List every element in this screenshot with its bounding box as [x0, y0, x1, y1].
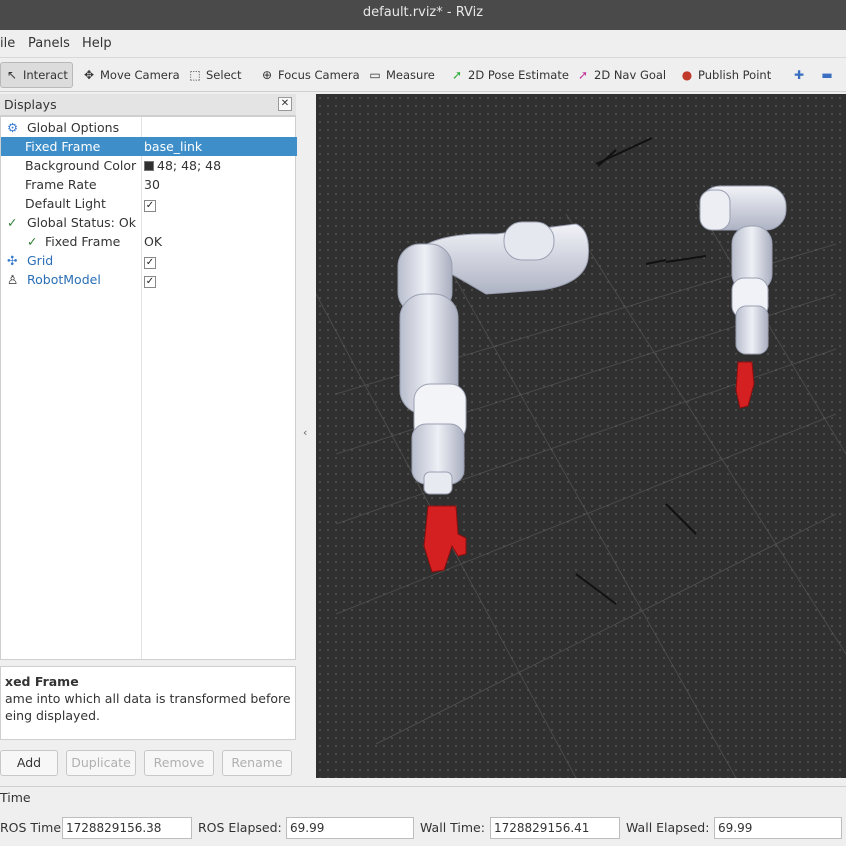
pose-estimate-tool[interactable]: ➚ 2D Pose Estimate	[446, 62, 573, 88]
map-pin-icon: ●	[681, 68, 693, 82]
tree-row-default-light[interactable]: Default Light ✓	[1, 194, 297, 213]
grid-icon: ✣	[7, 253, 18, 268]
menu-help[interactable]: Help	[82, 36, 112, 51]
tree-row-robot-model[interactable]: ♙ RobotModel ✓	[1, 270, 297, 289]
menu-file[interactable]: ile	[0, 36, 15, 51]
remove-tool-button[interactable]: ▬	[816, 62, 838, 88]
displays-buttons: Add Duplicate Remove Rename	[0, 750, 296, 778]
ros-elapsed-field[interactable]: 69.99	[286, 817, 414, 839]
rename-button[interactable]: Rename	[222, 750, 292, 776]
menu-bar: ile Panels Help	[0, 30, 846, 58]
robot-icon: ♙	[7, 272, 19, 287]
tree-row-fixed-frame[interactable]: Fixed Frame base_link	[1, 137, 297, 156]
focus-camera-tool[interactable]: ⊕ Focus Camera	[256, 62, 364, 88]
remove-button[interactable]: Remove	[144, 750, 214, 776]
ros-time-label: ROS Time:	[0, 820, 66, 835]
move-camera-tool[interactable]: ✥ Move Camera	[78, 62, 184, 88]
time-title: Time	[0, 790, 31, 805]
measure-tool[interactable]: ▭ Measure	[364, 62, 439, 88]
displays-panel: Displays ✕ ⚙ Global Options Fixed Frame …	[0, 94, 298, 778]
check-icon: ✓	[27, 234, 38, 249]
select-box-icon: ⬚	[189, 68, 201, 82]
gear-icon: ⚙	[7, 120, 19, 135]
interact-tool[interactable]: ↖ Interact	[0, 62, 73, 88]
displays-header: Displays ✕	[0, 94, 296, 116]
ruler-icon: ▭	[369, 68, 381, 82]
ros-elapsed-label: ROS Elapsed:	[198, 820, 282, 835]
robot-model-checkbox[interactable]: ✓	[144, 276, 156, 288]
grid-checkbox[interactable]: ✓	[144, 257, 156, 269]
default-light-checkbox[interactable]: ✓	[144, 200, 156, 212]
tree-row-global-status[interactable]: ✓ Global Status: Ok	[1, 213, 297, 232]
close-icon[interactable]: ✕	[278, 97, 292, 111]
add-tool-button[interactable]: ✚	[788, 62, 810, 88]
tree-row-grid[interactable]: ✣ Grid ✓	[1, 251, 297, 270]
property-description: xed Frame ame into which all data is tra…	[0, 666, 296, 740]
cursor-icon: ↖	[6, 68, 18, 82]
pink-arrow-icon: ➚	[577, 68, 589, 82]
minus-icon: ▬	[821, 68, 833, 82]
menu-panels[interactable]: Panels	[28, 36, 70, 51]
render-viewport[interactable]	[316, 94, 846, 778]
nav-goal-tool[interactable]: ➚ 2D Nav Goal	[572, 62, 670, 88]
color-swatch[interactable]	[144, 161, 154, 171]
select-tool[interactable]: ⬚ Select	[184, 62, 245, 88]
focus-camera-icon: ⊕	[261, 68, 273, 82]
wall-time-label: Wall Time:	[420, 820, 485, 835]
tree-row-global-options[interactable]: ⚙ Global Options	[1, 118, 297, 137]
add-button[interactable]: Add	[0, 750, 58, 776]
displays-tree: ⚙ Global Options Fixed Frame base_link B…	[0, 116, 297, 660]
tree-row-frame-rate[interactable]: Frame Rate 30	[1, 175, 297, 194]
publish-point-tool[interactable]: ● Publish Point	[676, 62, 775, 88]
toolbar: ↖ Interact ✥ Move Camera ⬚ Select ⊕ Focu…	[0, 58, 846, 92]
wall-elapsed-label: Wall Elapsed:	[626, 820, 710, 835]
ros-time-field[interactable]: 1728829156.38	[62, 817, 192, 839]
scene-svg	[316, 94, 846, 778]
duplicate-button[interactable]: Duplicate	[66, 750, 136, 776]
move-camera-icon: ✥	[83, 68, 95, 82]
tree-row-background-color[interactable]: Background Color 48; 48; 48	[1, 156, 297, 175]
panel-splitter[interactable]: ‹	[298, 94, 316, 778]
window-titlebar: default.rviz* - RViz	[0, 0, 846, 30]
time-panel: Time ROS Time: 1728829156.38 ROS Elapsed…	[0, 786, 846, 846]
plus-icon: ✚	[793, 68, 805, 82]
wall-time-field[interactable]: 1728829156.41	[490, 817, 620, 839]
chevron-left-icon[interactable]: ‹	[303, 426, 307, 439]
tree-row-status-fixed-frame[interactable]: ✓ Fixed Frame OK	[1, 232, 297, 251]
wall-elapsed-field[interactable]: 69.99	[714, 817, 842, 839]
check-icon: ✓	[7, 215, 18, 230]
green-arrow-icon: ➚	[451, 68, 463, 82]
displays-title: Displays	[4, 97, 57, 112]
window-title: default.rviz* - RViz	[362, 5, 484, 20]
